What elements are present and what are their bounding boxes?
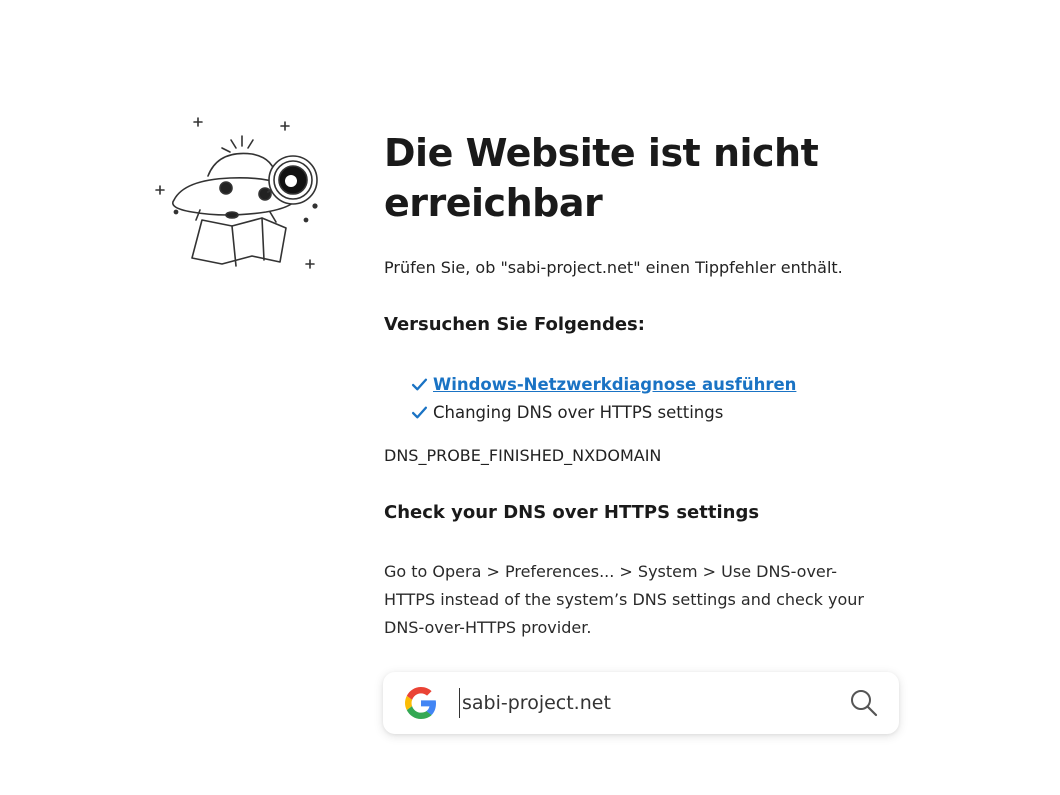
checkmark-icon — [411, 378, 428, 390]
ufo-telescope-illustration — [155, 117, 318, 269]
doh-instructions-text: Go to Opera > Preferences... > System > … — [384, 562, 864, 637]
suggestion-list: Windows-Netzwerkdiagnose ausführen Chang… — [384, 370, 904, 426]
typo-hint-text: Prüfen Sie, ob "sabi-project.net" einen … — [384, 258, 843, 277]
page-title: Die Website ist nicht erreichbar — [384, 131, 819, 225]
search-icon[interactable] — [849, 688, 879, 718]
network-diagnostics-link[interactable]: Windows-Netzwerkdiagnose ausführen — [433, 375, 796, 394]
search-box — [383, 672, 899, 734]
main-content: Die Website ist nicht erreichbar Prüfen … — [384, 128, 904, 642]
dns-over-https-suggestion-text: Changing DNS over HTTPS settings — [433, 402, 724, 422]
doh-heading: Check your DNS over HTTPS settings — [384, 502, 760, 523]
checkmark-icon — [411, 406, 428, 418]
google-icon — [405, 687, 436, 719]
search-input[interactable] — [459, 688, 822, 718]
error-code: DNS_PROBE_FINISHED_NXDOMAIN — [384, 446, 662, 465]
try-heading: Versuchen Sie Folgendes: — [384, 314, 645, 335]
error-page: Die Website ist nicht erreichbar Prüfen … — [0, 0, 1060, 795]
suggestion-item-dns-over-https: Changing DNS over HTTPS settings — [411, 398, 904, 426]
suggestion-item-network-diagnostics: Windows-Netzwerkdiagnose ausführen — [411, 370, 904, 398]
